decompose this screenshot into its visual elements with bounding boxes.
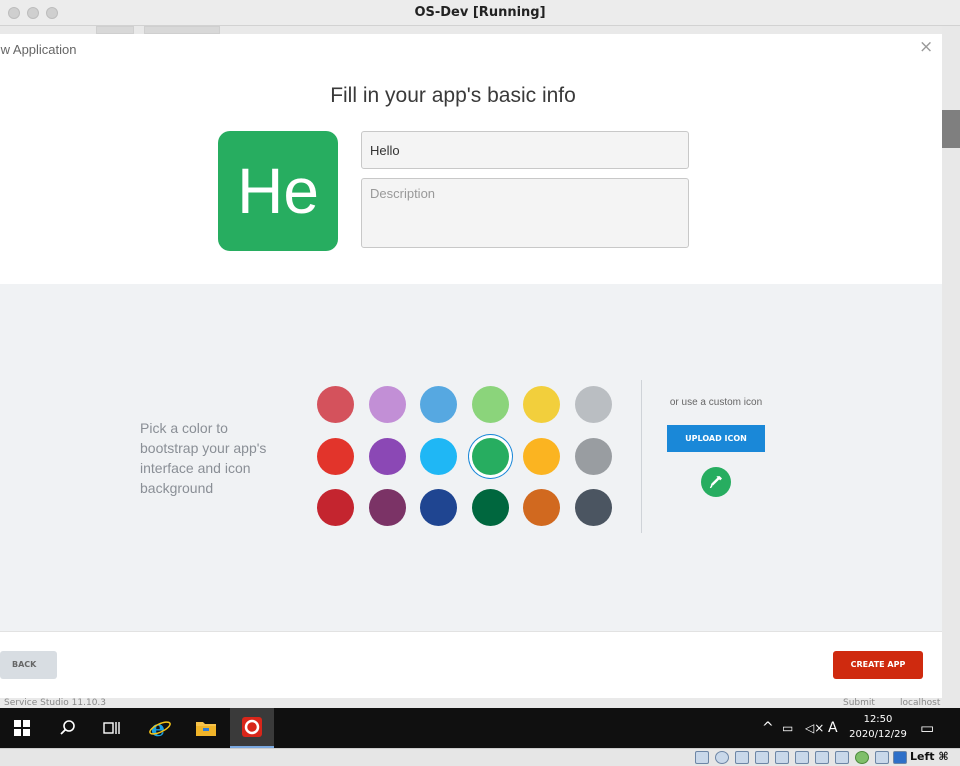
- clock-time: 12:50: [863, 714, 893, 725]
- create-app-button[interactable]: CREATE APP: [833, 651, 923, 679]
- color-swatch[interactable]: [317, 386, 354, 423]
- status-text: Service Studio 11.10.3: [4, 698, 107, 708]
- window-title: OS-Dev [Running]: [414, 5, 546, 20]
- audio-icon[interactable]: [735, 751, 749, 764]
- show-hidden-icons-chevron-icon[interactable]: ^: [762, 718, 774, 738]
- virtualbox-status-bar: Left ⌘: [0, 748, 960, 766]
- app-description-input[interactable]: [361, 178, 689, 248]
- color-swatch[interactable]: [368, 489, 406, 526]
- volume-muted-icon[interactable]: ◁×: [805, 718, 824, 738]
- search-button[interactable]: [46, 708, 90, 748]
- app-icon-preview: He: [218, 131, 338, 251]
- eyedropper-icon: [709, 476, 722, 489]
- app-name-input[interactable]: [361, 131, 689, 169]
- network-icon[interactable]: ▭: [782, 718, 793, 738]
- custom-icon-label: or use a custom icon: [669, 397, 763, 408]
- color-swatch[interactable]: [420, 437, 457, 475]
- dialog-title: New Application: [0, 42, 77, 57]
- color-swatch[interactable]: [574, 489, 612, 526]
- network-adapter-icon[interactable]: [755, 751, 769, 764]
- background-tab: [96, 26, 134, 34]
- task-view-icon: [103, 722, 120, 734]
- folder-icon: [196, 722, 216, 736]
- background-tab: [144, 26, 220, 34]
- window-titlebar: OS-Dev [Running]: [0, 0, 960, 26]
- divider: [641, 380, 642, 533]
- footer-divider: [0, 631, 942, 632]
- color-swatch[interactable]: [368, 437, 406, 475]
- color-swatch[interactable]: [523, 386, 560, 423]
- service-studio-taskbar-button[interactable]: [230, 708, 274, 748]
- color-swatch[interactable]: [317, 489, 354, 526]
- color-swatch[interactable]: [368, 386, 406, 423]
- color-swatch[interactable]: [574, 437, 612, 475]
- task-view-button[interactable]: [90, 708, 134, 748]
- cpu-icon[interactable]: [875, 751, 889, 764]
- color-swatch[interactable]: [574, 386, 612, 423]
- windows-logo-icon: [14, 720, 30, 736]
- hard-disk-icon[interactable]: [695, 751, 709, 764]
- new-application-dialog: New Application × Fill in your app's bas…: [0, 34, 942, 698]
- windows-taskbar: e ^ ▭ ◁× A 12:50 2020/12/29 ▭: [0, 708, 960, 748]
- guest-screen: Service Studio 11.10.3 Submit localhost …: [0, 26, 960, 708]
- shared-folder-icon[interactable]: [795, 751, 809, 764]
- color-swatch[interactable]: [420, 386, 457, 423]
- dialog-heading: Fill in your app's basic info: [330, 84, 576, 107]
- color-swatch[interactable]: [523, 437, 560, 475]
- internet-explorer-button[interactable]: e: [138, 708, 182, 748]
- color-picker-eyedropper-button[interactable]: [701, 467, 731, 497]
- status-right-2: localhost: [900, 698, 941, 708]
- guest-additions-icon[interactable]: [855, 751, 869, 764]
- arrow-down-icon[interactable]: [893, 751, 907, 764]
- start-button[interactable]: [0, 708, 44, 748]
- ime-indicator[interactable]: A: [828, 718, 838, 738]
- color-swatch[interactable]: [471, 386, 509, 423]
- video-capture-icon[interactable]: [835, 751, 849, 764]
- clock-date: 2020/12/29: [849, 729, 907, 740]
- optical-drive-icon[interactable]: [715, 751, 729, 764]
- notifications-icon[interactable]: ▭: [920, 718, 934, 738]
- display-icon[interactable]: [815, 751, 829, 764]
- service-studio-icon: [242, 717, 262, 737]
- host-key-label: Left ⌘: [910, 750, 949, 763]
- color-picker-panel: Pick a color to bootstrap your app's int…: [0, 284, 942, 631]
- close-dialog-icon[interactable]: ×: [919, 39, 933, 56]
- color-swatch[interactable]: [471, 437, 509, 475]
- search-icon: [60, 720, 75, 735]
- background-scrollbar[interactable]: [942, 26, 960, 708]
- color-swatch[interactable]: [523, 489, 560, 526]
- internet-explorer-icon: e: [149, 716, 171, 740]
- scrollbar-thumb[interactable]: [942, 110, 960, 148]
- file-explorer-button[interactable]: [184, 708, 228, 748]
- upload-icon-button[interactable]: UPLOAD ICON: [667, 425, 765, 452]
- color-swatch[interactable]: [317, 437, 354, 475]
- background-status-bar: Service Studio 11.10.3 Submit localhost: [0, 698, 942, 708]
- color-swatch[interactable]: [420, 489, 457, 526]
- usb-icon[interactable]: [775, 751, 789, 764]
- taskbar-clock[interactable]: 12:50 2020/12/29: [842, 712, 914, 742]
- color-swatch[interactable]: [471, 489, 509, 526]
- color-picker-prompt: Pick a color to bootstrap your app's int…: [140, 420, 267, 496]
- status-right-1: Submit: [843, 698, 875, 708]
- back-button[interactable]: BACK: [0, 651, 57, 679]
